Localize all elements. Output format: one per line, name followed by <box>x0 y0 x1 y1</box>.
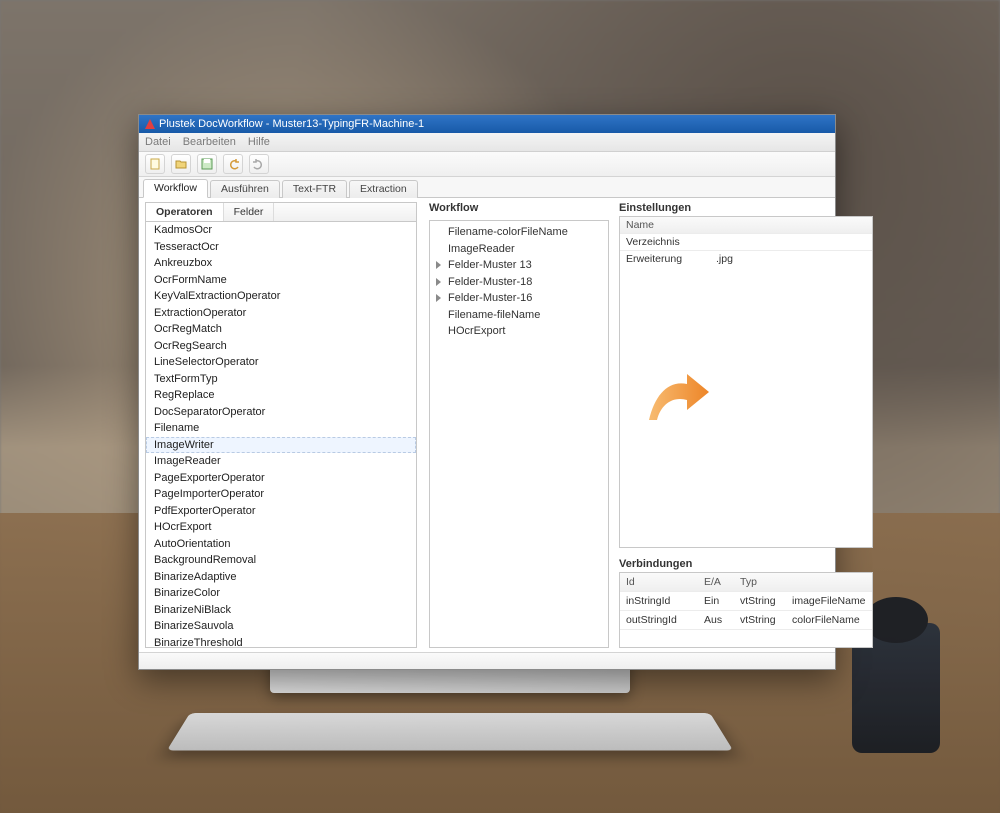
connections-cell: colorFileName <box>786 611 872 629</box>
settings-row[interactable]: Verzeichnis <box>620 234 872 251</box>
workflow-item[interactable]: Felder-Muster-18 <box>432 274 606 291</box>
workflow-panel-title: Workflow <box>429 202 609 220</box>
connections-cell: inStringId <box>620 592 698 610</box>
operator-item[interactable]: DocSeparatorOperator <box>146 404 416 421</box>
workflow-tree[interactable]: Filename-colorFileNameImageReaderFelder-… <box>429 220 609 648</box>
menu-edit[interactable]: Bearbeiten <box>183 136 236 148</box>
workflow-item[interactable]: Felder-Muster-16 <box>432 290 606 307</box>
connections-table[interactable]: IdE/ATypinStringIdEinvtStringimageFileNa… <box>619 572 873 648</box>
connections-cell: outStringId <box>620 611 698 629</box>
operator-item[interactable]: BinarizeAdaptive <box>146 569 416 586</box>
operator-item[interactable]: BinarizeThreshold <box>146 635 416 648</box>
operator-item[interactable]: TextFormTyp <box>146 371 416 388</box>
workflow-item[interactable]: Filename-colorFileName <box>432 224 606 241</box>
connections-header-cell: Id <box>620 573 698 591</box>
operators-list[interactable]: KadmosOcrTesseractOcrAnkreuzboxOcrFormNa… <box>146 222 416 647</box>
connections-cell: vtString <box>734 611 786 629</box>
subtab-operatoren[interactable]: Operatoren <box>146 203 224 221</box>
operator-item[interactable]: ExtractionOperator <box>146 305 416 322</box>
connections-header-row: IdE/ATyp <box>620 573 872 592</box>
settings-key: Name <box>620 217 710 233</box>
connections-cell: vtString <box>734 592 786 610</box>
operator-item[interactable]: BackgroundRemoval <box>146 552 416 569</box>
operator-item[interactable]: PdfExporterOperator <box>146 503 416 520</box>
connections-header-cell <box>786 573 872 591</box>
connections-cell: Aus <box>698 611 734 629</box>
operator-item[interactable]: PageImporterOperator <box>146 486 416 503</box>
settings-value[interactable]: .jpg <box>710 251 872 267</box>
settings-key: Erweiterung <box>620 251 710 267</box>
operator-item[interactable]: ImageReader <box>146 453 416 470</box>
connections-header-cell: Typ <box>734 573 786 591</box>
splitter[interactable] <box>419 198 427 652</box>
operator-item[interactable]: HOcrExport <box>146 519 416 536</box>
status-bar <box>139 652 835 669</box>
connections-panel-title: Verbindungen <box>619 558 873 570</box>
operator-item[interactable]: OcrRegMatch <box>146 321 416 338</box>
operators-subtab-strip: OperatorenFelder <box>146 203 416 222</box>
operator-item[interactable]: AutoOrientation <box>146 536 416 553</box>
tool-bar <box>139 152 835 177</box>
connections-cell: Ein <box>698 592 734 610</box>
menu-file[interactable]: Datei <box>145 136 171 148</box>
operator-item[interactable]: OcrRegSearch <box>146 338 416 355</box>
title-bar[interactable]: Plustek DocWorkflow - Muster13-TypingFR-… <box>139 115 835 133</box>
workflow-item[interactable]: ImageReader <box>432 241 606 258</box>
connections-header-cell: E/A <box>698 573 734 591</box>
window-title: Plustek DocWorkflow - Muster13-TypingFR-… <box>159 118 424 130</box>
tab-extraction[interactable]: Extraction <box>349 180 418 198</box>
workflow-item[interactable]: Felder-Muster 13 <box>432 257 606 274</box>
connections-row[interactable]: inStringIdEinvtStringimageFileName <box>620 592 872 611</box>
operator-item[interactable]: OcrFormName <box>146 272 416 289</box>
redo-icon[interactable] <box>249 154 269 174</box>
workflow-item[interactable]: HOcrExport <box>432 323 606 340</box>
operator-item[interactable]: RegReplace <box>146 387 416 404</box>
save-icon[interactable] <box>197 154 217 174</box>
tab-text-ftr[interactable]: Text-FTR <box>282 180 347 198</box>
tab-ausführen[interactable]: Ausführen <box>210 180 280 198</box>
operator-item[interactable]: KeyValExtractionOperator <box>146 288 416 305</box>
app-window: Plustek DocWorkflow - Muster13-TypingFR-… <box>138 114 836 670</box>
new-file-icon[interactable] <box>145 154 165 174</box>
operator-item[interactable]: KadmosOcr <box>146 222 416 239</box>
settings-panel-title: Einstellungen <box>619 202 873 214</box>
operator-item[interactable]: Filename <box>146 420 416 437</box>
subtab-felder[interactable]: Felder <box>224 203 275 221</box>
connections-cell: imageFileName <box>786 592 872 610</box>
settings-value[interactable] <box>710 234 872 250</box>
settings-row[interactable]: Erweiterung.jpg <box>620 251 872 267</box>
settings-row[interactable]: Name <box>620 217 872 234</box>
operator-item[interactable]: Ankreuzbox <box>146 255 416 272</box>
operator-item[interactable]: LineSelectorOperator <box>146 354 416 371</box>
workflow-item[interactable]: Filename-fileName <box>432 307 606 324</box>
settings-key: Verzeichnis <box>620 234 710 250</box>
settings-table[interactable]: NameVerzeichnisErweiterung.jpg <box>619 216 873 548</box>
tab-workflow[interactable]: Workflow <box>143 179 208 198</box>
main-tab-strip: WorkflowAusführenText-FTRExtraction <box>139 177 835 198</box>
operator-item[interactable]: BinarizeNiBlack <box>146 602 416 619</box>
operator-item[interactable]: PageExporterOperator <box>146 470 416 487</box>
menu-bar: Datei Bearbeiten Hilfe <box>139 133 835 152</box>
menu-help[interactable]: Hilfe <box>248 136 270 148</box>
operator-item[interactable]: BinarizeColor <box>146 585 416 602</box>
settings-value[interactable] <box>710 217 872 233</box>
operators-panel: OperatorenFelder KadmosOcrTesseractOcrAn… <box>145 202 417 648</box>
connections-row[interactable]: outStringIdAusvtStringcolorFileName <box>620 611 872 630</box>
work-area: OperatorenFelder KadmosOcrTesseractOcrAn… <box>139 198 835 652</box>
right-panel: Workflow Filename-colorFileNameImageRead… <box>429 202 873 648</box>
app-logo-icon <box>145 119 155 129</box>
operator-item[interactable]: ImageWriter <box>146 437 416 454</box>
operator-item[interactable]: BinarizeSauvola <box>146 618 416 635</box>
undo-icon[interactable] <box>223 154 243 174</box>
open-folder-icon[interactable] <box>171 154 191 174</box>
operator-item[interactable]: TesseractOcr <box>146 239 416 256</box>
